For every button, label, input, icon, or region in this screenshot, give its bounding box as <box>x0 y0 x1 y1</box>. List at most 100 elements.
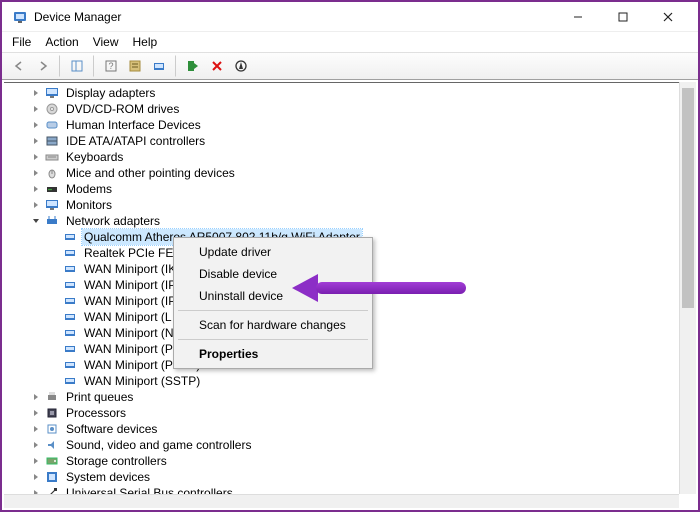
menu-item[interactable]: Scan for hardware changes <box>177 314 369 336</box>
tree-node-label: WAN Miniport (IP <box>82 277 178 293</box>
tree-node[interactable]: Network adapters <box>8 213 696 229</box>
tree-node[interactable]: Keyboards <box>8 149 696 165</box>
netadapter-icon <box>62 261 78 277</box>
menu-help[interactable]: Help <box>133 35 158 49</box>
menu-separator <box>178 310 368 311</box>
menu-item[interactable]: Uninstall device <box>177 285 369 307</box>
netadapter-icon <box>62 277 78 293</box>
netadapter-icon <box>62 341 78 357</box>
chevron-right-icon[interactable] <box>30 455 42 467</box>
tree-node-label: Keyboards <box>64 149 125 165</box>
display-icon <box>44 85 60 101</box>
disable-device-button[interactable] <box>230 55 252 77</box>
window-controls <box>555 3 690 31</box>
chevron-right-icon[interactable] <box>30 487 42 494</box>
chevron-right-icon[interactable] <box>30 391 42 403</box>
minimize-button[interactable] <box>555 3 600 31</box>
tree-node[interactable]: System devices <box>8 469 696 485</box>
window-title: Device Manager <box>34 10 555 24</box>
chevron-right-icon[interactable] <box>30 471 42 483</box>
close-button[interactable] <box>645 3 690 31</box>
tree-node-label: Realtek PCIe FE F <box>82 245 186 261</box>
software-icon <box>44 421 60 437</box>
modem-icon <box>44 181 60 197</box>
chevron-right-icon[interactable] <box>30 423 42 435</box>
menu-item[interactable]: Update driver <box>177 241 369 263</box>
horizontal-scrollbar[interactable] <box>4 494 679 508</box>
update-driver-button[interactable] <box>182 55 204 77</box>
tree-node[interactable]: IDE ATA/ATAPI controllers <box>8 133 696 149</box>
chevron-right-icon[interactable] <box>30 119 42 131</box>
menu-action[interactable]: Action <box>45 35 78 49</box>
netadapter-icon <box>62 325 78 341</box>
tree-node[interactable]: Software devices <box>8 421 696 437</box>
chevron-right-icon[interactable] <box>30 87 42 99</box>
scan-hardware-button[interactable] <box>148 55 176 77</box>
properties-button[interactable] <box>124 55 146 77</box>
chevron-right-icon[interactable] <box>30 199 42 211</box>
chevron-right-icon[interactable] <box>30 439 42 451</box>
context-menu: Update driverDisable deviceUninstall dev… <box>173 237 373 369</box>
tree-node[interactable]: Sound, video and game controllers <box>8 437 696 453</box>
tree-node[interactable]: Human Interface Devices <box>8 117 696 133</box>
tree-node[interactable]: WAN Miniport (SSTP) <box>8 373 696 389</box>
maximize-button[interactable] <box>600 3 645 31</box>
tree-node-label: WAN Miniport (P <box>82 341 175 357</box>
expander-placeholder <box>48 279 60 291</box>
netadapter-icon <box>62 245 78 261</box>
netadapter-icon <box>62 229 78 245</box>
back-button[interactable] <box>8 55 30 77</box>
vertical-scrollbar[interactable] <box>679 82 696 494</box>
menu-item[interactable]: Properties <box>177 343 369 365</box>
monitor-icon <box>44 197 60 213</box>
tree-node[interactable]: Mice and other pointing devices <box>8 165 696 181</box>
tree-node[interactable]: Display adapters <box>8 85 696 101</box>
expander-placeholder <box>48 343 60 355</box>
netadapter-icon <box>62 293 78 309</box>
expander-placeholder <box>48 359 60 371</box>
tree-node[interactable]: Storage controllers <box>8 453 696 469</box>
chevron-right-icon[interactable] <box>30 167 42 179</box>
tree-node-label: Storage controllers <box>64 453 169 469</box>
menu-view[interactable]: View <box>93 35 119 49</box>
chevron-right-icon[interactable] <box>30 407 42 419</box>
expander-placeholder <box>48 375 60 387</box>
chevron-right-icon[interactable] <box>30 135 42 147</box>
uninstall-device-button[interactable] <box>206 55 228 77</box>
chevron-right-icon[interactable] <box>30 103 42 115</box>
tree-node-label: Universal Serial Bus controllers <box>64 485 235 494</box>
netadapter-icon <box>62 373 78 389</box>
chevron-down-icon[interactable] <box>30 215 42 227</box>
svg-text:?: ? <box>108 61 113 71</box>
sound-icon <box>44 437 60 453</box>
forward-button[interactable] <box>32 55 60 77</box>
scrollbar-thumb[interactable] <box>682 88 694 308</box>
titlebar: Device Manager <box>2 2 698 32</box>
chevron-right-icon[interactable] <box>30 151 42 163</box>
expander-placeholder <box>48 327 60 339</box>
tree-node[interactable]: Print queues <box>8 389 696 405</box>
tree-node[interactable]: Universal Serial Bus controllers <box>8 485 696 494</box>
tree-node[interactable]: DVD/CD-ROM drives <box>8 101 696 117</box>
expander-placeholder <box>48 263 60 275</box>
netadapter-icon <box>62 357 78 373</box>
printer-icon <box>44 389 60 405</box>
tree-node[interactable]: Monitors <box>8 197 696 213</box>
toolbar: ? <box>2 52 698 80</box>
help-button[interactable]: ? <box>100 55 122 77</box>
tree-node-label: IDE ATA/ATAPI controllers <box>64 133 207 149</box>
chevron-right-icon[interactable] <box>30 183 42 195</box>
tree-node-label: Mice and other pointing devices <box>64 165 237 181</box>
show-hide-tree-button[interactable] <box>66 55 94 77</box>
disc-icon <box>44 101 60 117</box>
cpu-icon <box>44 405 60 421</box>
tree-node-label: System devices <box>64 469 152 485</box>
hid-icon <box>44 117 60 133</box>
menu-file[interactable]: File <box>12 35 31 49</box>
tree-node-label: DVD/CD-ROM drives <box>64 101 181 117</box>
tree-node-label: WAN Miniport (N <box>82 325 176 341</box>
menu-item[interactable]: Disable device <box>177 263 369 285</box>
tree-node-label: WAN Miniport (SSTP) <box>82 373 202 389</box>
tree-node[interactable]: Modems <box>8 181 696 197</box>
tree-node[interactable]: Processors <box>8 405 696 421</box>
